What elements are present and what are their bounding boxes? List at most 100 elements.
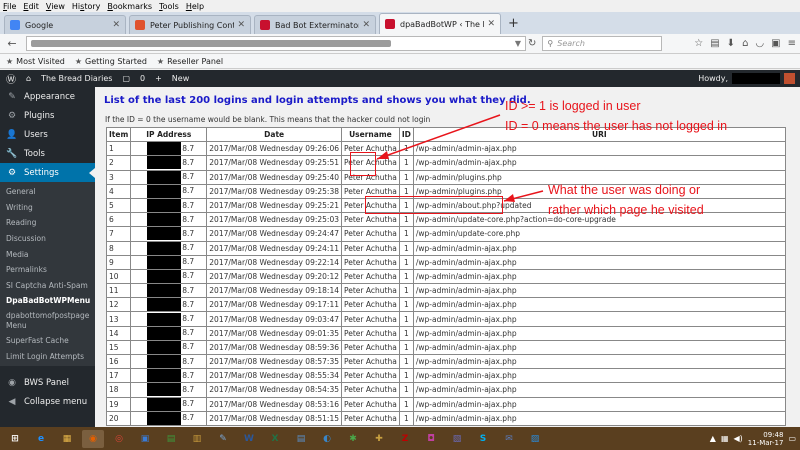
notepad-icon[interactable]: ✎ (212, 430, 234, 448)
tab-3[interactable]: Bad Bot Exterminator ✕ (254, 15, 376, 34)
shield-icon[interactable]: ▣ (771, 38, 780, 49)
puzzle-icon[interactable]: ✱ (342, 430, 364, 448)
bookmark-item[interactable]: ★ Getting Started (75, 57, 147, 66)
submenu-item-dpabadbotwpmenu[interactable]: DpaBadBotWPMenu (0, 293, 95, 309)
submenu-item-media[interactable]: Media (0, 246, 95, 262)
submenu-item-dpabottomofpostpage-menu[interactable]: dpabottomofpostpage Menu (0, 309, 95, 333)
wp-admin-sidebar: ✎ Appearance ⚙ Plugins 👤 Users 🔧 Tools ⚙ Settings… (0, 87, 95, 427)
menu-item-file[interactable]: File (3, 2, 16, 11)
bookmark-item[interactable]: ★ Most Visited (6, 57, 65, 66)
submenu-item-si-captcha-anti-spam[interactable]: SI Captcha Anti-Spam (0, 278, 95, 294)
skype-icon[interactable]: S (472, 430, 494, 448)
network-icon[interactable]: ▧ (446, 430, 468, 448)
notepad2-icon[interactable]: ▤ (290, 430, 312, 448)
arrow-head-id (377, 151, 389, 159)
url-bar[interactable]: ▼ (26, 36, 526, 51)
camera-icon[interactable]: ◘ (420, 430, 442, 448)
search-bar[interactable]: ⚲ Search (542, 36, 663, 51)
clock-time: 09:48 (763, 430, 784, 439)
sidebar-item-settings[interactable]: ⚙ Settings (0, 163, 95, 182)
word-icon[interactable]: W (238, 430, 260, 448)
comments-count[interactable]: 0 (140, 74, 145, 83)
reading-list-icon[interactable]: ▤ (710, 38, 719, 49)
star-icon[interactable]: ☆ (694, 38, 703, 49)
submenu-item-reading[interactable]: Reading (0, 215, 95, 231)
clock[interactable]: 09:48 11-Mar-17 (748, 431, 784, 447)
tab-4[interactable]: dpaBadBotWP ‹ The Bread...✕ (379, 13, 501, 34)
tab-label: Bad Bot Exterminator (275, 20, 360, 30)
tab-close-icon[interactable]: ✕ (112, 20, 120, 30)
chevron-down-icon[interactable]: ▼ (515, 39, 521, 48)
tab-2[interactable]: Peter Publishing Control P...✕ (129, 15, 251, 34)
howdy-label[interactable]: Howdy, (698, 74, 728, 83)
store-icon[interactable]: ▤ (160, 430, 182, 448)
tools-icon[interactable]: ✚ (368, 430, 390, 448)
mail-icon[interactable]: ✉ (498, 430, 520, 448)
start-button-icon[interactable]: ⊞ (4, 430, 26, 448)
menu-item-help[interactable]: Help (186, 2, 204, 11)
download-icon[interactable]: ⬇ (727, 38, 735, 49)
wordpress-logo-icon[interactable]: Ⓦ (6, 71, 16, 86)
tab-label: Google (25, 20, 54, 30)
sidebar-item-plugins[interactable]: ⚙ Plugins (0, 106, 95, 125)
desktop-icon[interactable]: ▣ (134, 430, 156, 448)
paintbrush-icon: ✎ (8, 91, 16, 102)
back-arrow-icon[interactable]: ← (4, 37, 20, 50)
comments-icon[interactable]: ▢ (122, 74, 130, 83)
submenu-item-writing[interactable]: Writing (0, 200, 95, 216)
avatar[interactable] (784, 73, 795, 84)
collapse-icon: ◀ (8, 397, 16, 408)
menu-item-bookmarks[interactable]: Bookmarks (107, 2, 152, 11)
new-icon[interactable]: + (155, 74, 162, 83)
site-name[interactable]: The Bread Diaries (41, 74, 112, 83)
menu-item-view[interactable]: View (46, 2, 65, 11)
sidebar-item-label: Users (24, 129, 48, 140)
new-label[interactable]: New (172, 74, 189, 83)
menu-item-tools[interactable]: Tools (159, 2, 179, 11)
tab-close-icon[interactable]: ✕ (237, 20, 245, 30)
menu-post: tory (84, 1, 101, 11)
submenu-item-permalinks[interactable]: Permalinks (0, 262, 95, 278)
submenu-item-superfast-cache[interactable]: SuperFast Cache (0, 333, 95, 349)
tray-arrow-icon[interactable]: ▲ (710, 434, 716, 443)
home-icon[interactable]: ⌂ (742, 38, 748, 49)
notifications-icon[interactable]: ▭ (788, 434, 796, 443)
submenu-item-discussion[interactable]: Discussion (0, 231, 95, 247)
sidebar-item-tools[interactable]: 🔧 Tools (0, 144, 95, 163)
annotation-uri-line2: rather which page he visited (548, 203, 704, 217)
menu-item-edit[interactable]: Edit (23, 2, 39, 11)
submenu-item-general[interactable]: General (0, 184, 95, 200)
ie-icon[interactable]: e (30, 430, 52, 448)
tab-favicon-icon (135, 20, 145, 30)
search-icon: ⚲ (547, 39, 554, 48)
tab-favicon-icon (385, 19, 395, 29)
folder-icon[interactable]: ▥ (186, 430, 208, 448)
paint-icon[interactable]: ▨ (524, 430, 546, 448)
filezilla-icon[interactable]: Z (394, 430, 416, 448)
bookmark-item[interactable]: ★ Reseller Panel (157, 57, 223, 66)
annotation-uri-line1: What the user was doing or (548, 183, 701, 197)
sidebar-item-appearance[interactable]: ✎ Appearance (0, 87, 95, 106)
menu-item-history[interactable]: History (72, 2, 100, 11)
network-tray-icon[interactable]: ▦ (721, 434, 729, 443)
bookmark-label: Getting Started (85, 56, 147, 66)
file-explorer-icon[interactable]: ▦ (56, 430, 78, 448)
sidebar-item-collapse-menu[interactable]: ◀ Collapse menu (0, 393, 95, 412)
tab-close-icon[interactable]: ✕ (362, 20, 370, 30)
media-icon[interactable]: ◐ (316, 430, 338, 448)
annotation-id-logged-in: ID >= 1 is logged in user (505, 99, 641, 113)
submenu-item-limit-login-attempts[interactable]: Limit Login Attempts (0, 348, 95, 364)
hamburger-menu-icon[interactable]: ≡ (788, 38, 796, 49)
new-tab-icon[interactable]: + (508, 16, 519, 31)
chrome-icon[interactable]: ◎ (108, 430, 130, 448)
tab-close-icon[interactable]: ✕ (487, 19, 495, 29)
username-redacted[interactable] (732, 73, 780, 84)
sidebar-item-bws-panel[interactable]: ◉ BWS Panel (0, 374, 95, 393)
volume-icon[interactable]: ◀) (734, 434, 743, 443)
sidebar-item-users[interactable]: 👤 Users (0, 125, 95, 144)
firefox-icon[interactable]: ◉ (82, 429, 104, 448)
pocket-icon[interactable]: ◡ (755, 38, 764, 49)
reload-icon[interactable]: ↻ (528, 38, 536, 49)
tab-1[interactable]: Google ✕ (4, 15, 126, 34)
excel-icon[interactable]: X (264, 430, 286, 448)
